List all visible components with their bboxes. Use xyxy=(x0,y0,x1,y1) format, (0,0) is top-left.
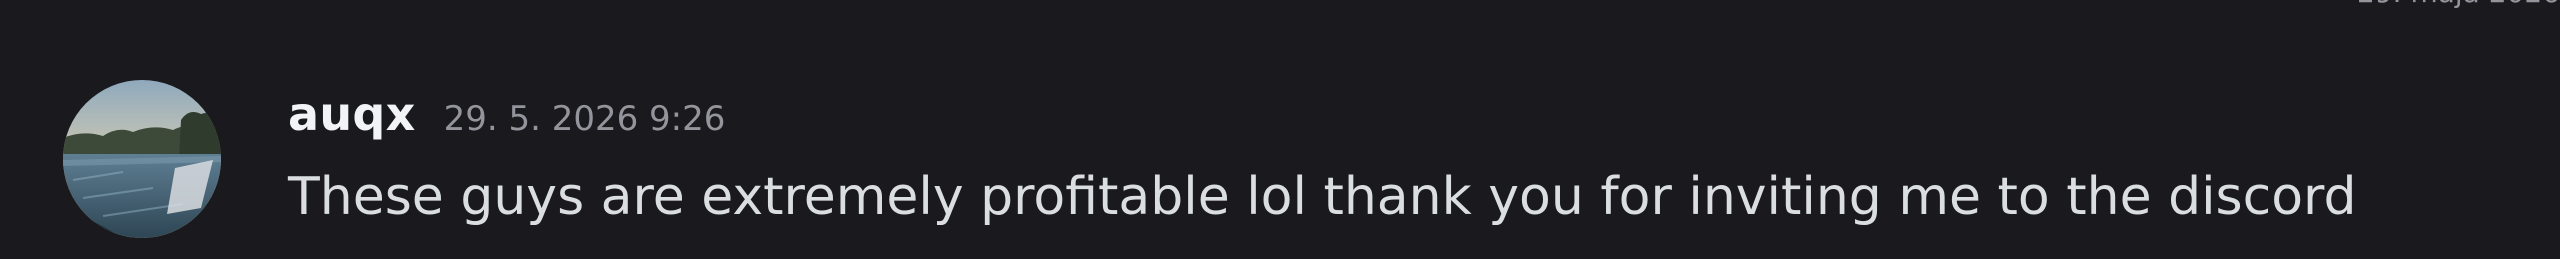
message-header: auqx 29. 5. 2026 9:26 xyxy=(288,86,725,142)
message-content: These guys are extremely profitable lol … xyxy=(288,167,2357,227)
username[interactable]: auqx xyxy=(288,86,416,142)
message-timestamp[interactable]: 29. 5. 2026 9:26 xyxy=(444,91,726,147)
date-divider-label: 29. mája 2026 xyxy=(2357,0,2560,8)
user-avatar[interactable] xyxy=(63,80,221,238)
avatar-landscape-icon xyxy=(63,80,221,238)
chat-message[interactable]: auqx 29. 5. 2026 9:26 These guys are ext… xyxy=(0,68,2560,259)
chat-view: 29. mája 2026 xyxy=(0,0,2560,259)
